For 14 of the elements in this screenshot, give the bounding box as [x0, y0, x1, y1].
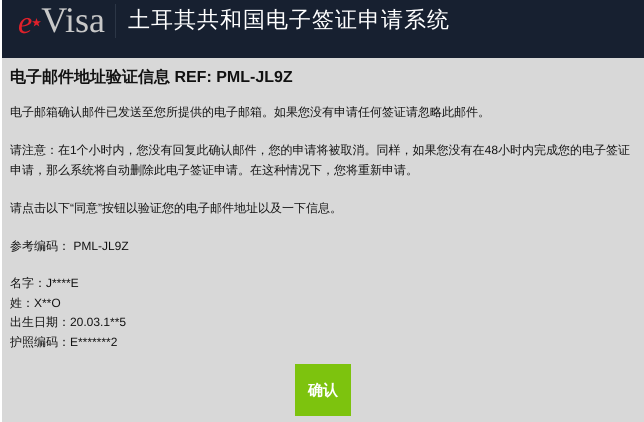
message-paragraph: 请注意：在1个小时内，您没有回复此确认邮件，您的申请将被取消。同样，如果您没有在48小时内完成您的电子签证申请，那么系统将自动删除此电子签证申请。在这种情况下，您将重新申请。	[10, 142, 632, 179]
logo-text: Visa	[41, 2, 106, 38]
message-paragraph: 电子邮箱确认邮件已发送至您所提供的电子邮箱。如果您没有申请任何签证请忽略此邮件。	[10, 104, 491, 121]
confirm-button[interactable]: 确认	[295, 364, 351, 416]
page-heading: 电子邮件地址验证信息 REF: PML-JL9Z	[10, 68, 294, 88]
detail-line: 护照编码：E*******2	[10, 334, 118, 350]
site-title: 土耳其共和国电子签证申请系统	[128, 6, 450, 34]
message-paragraph: 请点击以下“同意”按钮以验证您的电子邮件地址以及一下信息。	[10, 200, 343, 217]
detail-line: 姓：X**O	[10, 294, 62, 312]
detail-line: 名字：J****E	[10, 275, 80, 292]
logo-text: e	[18, 4, 32, 40]
detail-line: 出生日期：20.03.1**5	[10, 314, 128, 331]
message-paragraph: 参考编码： PML-JL9Z	[10, 238, 130, 255]
star-icon	[32, 18, 42, 27]
